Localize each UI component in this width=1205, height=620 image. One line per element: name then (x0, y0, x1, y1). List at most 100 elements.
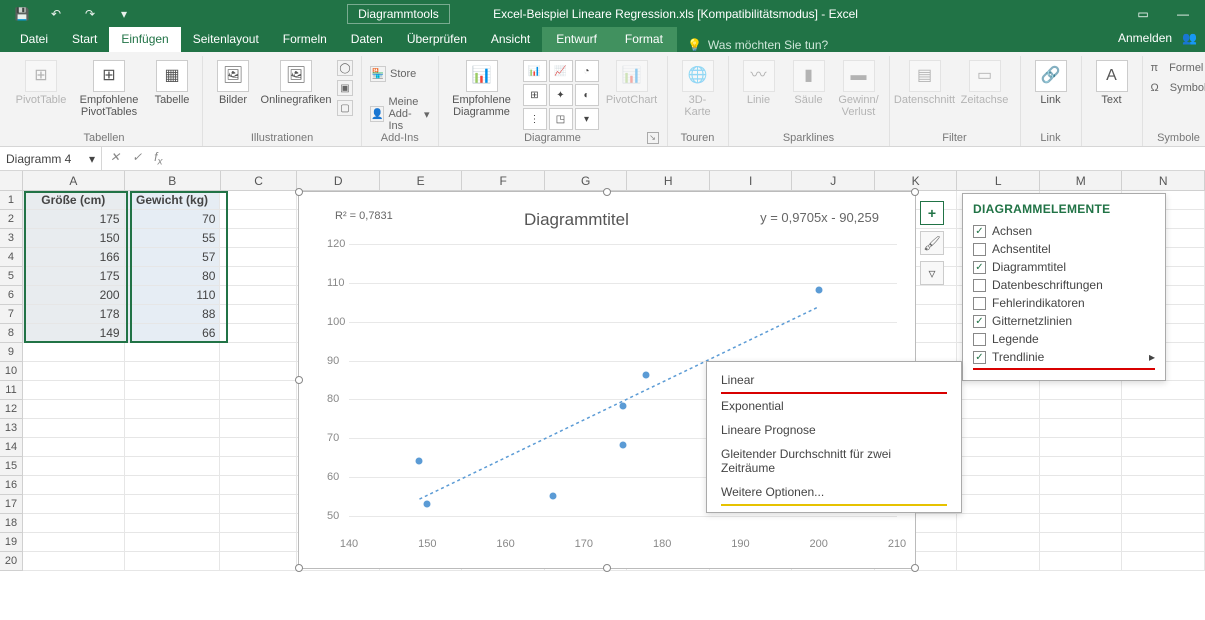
checkbox-icon[interactable]: ✓ (973, 315, 986, 328)
cell[interactable]: 149 (23, 324, 125, 343)
shapes-button[interactable]: ◯ (337, 60, 353, 76)
panel-item-gitternetzlinien[interactable]: ✓Gitternetzlinien (973, 312, 1155, 330)
undo-icon[interactable]: ↶ (42, 4, 70, 24)
cell[interactable] (957, 400, 1040, 419)
col-header-K[interactable]: K (875, 171, 958, 190)
share-icon[interactable]: 👥 (1182, 31, 1197, 45)
save-icon[interactable]: 💾 (8, 4, 36, 24)
cell[interactable]: Gewicht (kg) (125, 191, 221, 210)
cell[interactable] (1040, 381, 1123, 400)
row-header[interactable]: 3 (0, 229, 23, 248)
tab-format[interactable]: Format (611, 27, 677, 52)
cell[interactable] (125, 552, 221, 571)
col-header-J[interactable]: J (792, 171, 875, 190)
recommended-charts-button[interactable]: 📊Empfohlene Diagramme (447, 60, 517, 118)
checkbox-icon[interactable] (973, 333, 986, 346)
cell[interactable] (125, 438, 221, 457)
cell[interactable]: 150 (23, 229, 125, 248)
checkbox-icon[interactable]: ✓ (973, 351, 986, 364)
panel-item-fehlerindikatoren[interactable]: Fehlerindikatoren (973, 294, 1155, 312)
row-header[interactable]: 20 (0, 552, 23, 571)
cell[interactable] (957, 419, 1040, 438)
cell[interactable]: 166 (23, 248, 125, 267)
slicer-button[interactable]: ▤Datenschnitt (898, 60, 952, 106)
timeline-button[interactable]: ▭Zeitachse (958, 60, 1012, 106)
row-header[interactable]: 15 (0, 457, 23, 476)
cell[interactable] (1122, 438, 1205, 457)
tab-seitenlayout[interactable]: Seitenlayout (181, 27, 271, 52)
cell[interactable] (220, 248, 297, 267)
checkbox-icon[interactable]: ✓ (973, 225, 986, 238)
cell[interactable] (1040, 533, 1123, 552)
cell[interactable] (1122, 533, 1205, 552)
name-box[interactable]: Diagramm 4▾ (0, 147, 102, 170)
row-header[interactable]: 14 (0, 438, 23, 457)
data-point[interactable] (549, 492, 556, 499)
cell[interactable] (220, 229, 297, 248)
cell[interactable] (220, 476, 297, 495)
cell[interactable] (125, 495, 221, 514)
pivottable-button[interactable]: ⊞PivotTable (14, 60, 68, 106)
cell[interactable] (220, 305, 297, 324)
cell[interactable] (957, 552, 1040, 571)
row-header[interactable]: 17 (0, 495, 23, 514)
cell[interactable]: 178 (23, 305, 125, 324)
trendline-option[interactable]: Gleitender Durchschnitt für zwei Zeiträu… (707, 442, 961, 480)
my-addins-button[interactable]: 👤Meine Add-Ins ▾ (370, 96, 430, 132)
cell[interactable] (220, 495, 297, 514)
ribbon-display-icon[interactable]: ▭ (1125, 0, 1161, 27)
cell[interactable] (220, 362, 297, 381)
chart-elements-button[interactable]: + (920, 201, 944, 225)
cell[interactable] (23, 362, 125, 381)
row-header[interactable]: 1 (0, 191, 23, 210)
trendline-option[interactable]: Lineare Prognose (707, 418, 961, 442)
data-point[interactable] (424, 500, 431, 507)
recommended-pivottables-button[interactable]: ⊞Empfohlene PivotTables (74, 60, 144, 118)
cell[interactable] (125, 362, 221, 381)
chart-filter-button[interactable]: ▿ (920, 261, 944, 285)
row-header[interactable]: 9 (0, 343, 23, 362)
cell[interactable] (220, 400, 297, 419)
row-header[interactable]: 7 (0, 305, 23, 324)
cell[interactable] (220, 210, 297, 229)
cell[interactable] (1122, 514, 1205, 533)
col-header-L[interactable]: L (957, 171, 1040, 190)
cell[interactable] (23, 514, 125, 533)
row-header[interactable]: 16 (0, 476, 23, 495)
cell[interactable] (23, 457, 125, 476)
cell[interactable] (220, 267, 297, 286)
panel-item-achsentitel[interactable]: Achsentitel (973, 240, 1155, 258)
col-header-G[interactable]: G (545, 171, 628, 190)
panel-item-achsen[interactable]: ✓Achsen (973, 222, 1155, 240)
online-graphics-button[interactable]: 🖼Onlinegrafiken (261, 60, 331, 106)
row-header[interactable]: 4 (0, 248, 23, 267)
cell[interactable]: 175 (23, 210, 125, 229)
chart-title[interactable]: Diagrammtitel (524, 210, 629, 230)
cell[interactable]: 175 (23, 267, 125, 286)
minimize-icon[interactable]: — (1165, 0, 1201, 27)
cell[interactable] (23, 400, 125, 419)
tab-start[interactable]: Start (60, 27, 109, 52)
fx-icon[interactable]: fx (154, 150, 162, 167)
chart-types-grid[interactable]: 📊📈◔ ⊞✦◐ ⋮◳▾ (523, 60, 599, 130)
cell[interactable] (125, 381, 221, 400)
cell[interactable] (220, 324, 297, 343)
cell[interactable]: 80 (125, 267, 221, 286)
col-header-D[interactable]: D (297, 171, 380, 190)
sign-in-link[interactable]: Anmelden (1118, 31, 1172, 45)
cell[interactable]: 110 (125, 286, 221, 305)
cell[interactable] (1122, 495, 1205, 514)
checkbox-icon[interactable] (973, 297, 986, 310)
cell[interactable] (220, 419, 297, 438)
store-button[interactable]: 🏪Store (370, 66, 430, 82)
equation-button[interactable]: π Formel (1151, 62, 1205, 74)
cell[interactable] (1122, 400, 1205, 419)
row-header[interactable]: 8 (0, 324, 23, 343)
checkbox-icon[interactable] (973, 243, 986, 256)
cancel-fx-icon[interactable]: ✕ (110, 150, 120, 167)
cell[interactable] (957, 381, 1040, 400)
cell[interactable] (1040, 514, 1123, 533)
cell[interactable] (220, 533, 297, 552)
tab-formeln[interactable]: Formeln (271, 27, 339, 52)
cell[interactable]: 55 (125, 229, 221, 248)
